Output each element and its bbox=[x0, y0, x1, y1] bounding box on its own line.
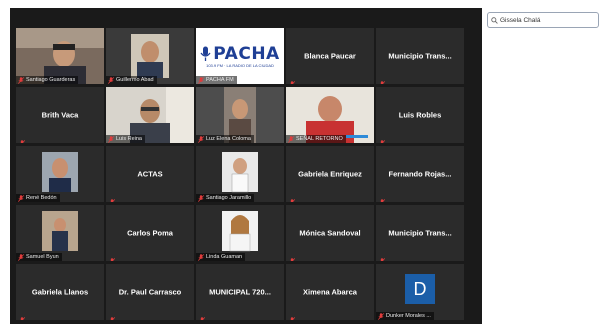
participant-name: Municipio Trans... bbox=[388, 228, 452, 238]
participant-label-text: SEÑAL RETORNO bbox=[296, 136, 343, 142]
logo-text: PACHA bbox=[213, 44, 280, 64]
participant-tile[interactable]: ACTAS bbox=[106, 146, 194, 202]
participant-tile[interactable]: René Bedón bbox=[16, 146, 104, 202]
search-input[interactable] bbox=[500, 16, 595, 24]
mic-muted-icon bbox=[289, 193, 296, 202]
participant-tile[interactable]: Dr. Paul Carrasco bbox=[106, 264, 194, 320]
participant-tile[interactable]: Brith Vaca bbox=[16, 87, 104, 143]
mic-muted-icon bbox=[17, 253, 25, 261]
participant-tile[interactable]: MUNICIPAL 720... bbox=[196, 264, 284, 320]
participant-label: Santiago Jaramillo bbox=[196, 194, 255, 202]
participant-tile[interactable]: Luz Elena Coloma bbox=[196, 87, 284, 143]
participant-label: PACHA FM bbox=[196, 76, 237, 84]
participant-label: Luis Reina bbox=[106, 135, 145, 143]
mic-muted-icon bbox=[379, 75, 386, 84]
mic-muted-icon bbox=[17, 76, 25, 84]
mic-muted-icon bbox=[19, 311, 26, 320]
participant-search[interactable] bbox=[487, 12, 599, 28]
participant-tile[interactable]: D Dunker Morales ... bbox=[376, 264, 464, 320]
participant-label: René Bedón bbox=[16, 194, 60, 202]
participant-name: Dr. Paul Carrasco bbox=[118, 287, 182, 297]
mic-muted-icon bbox=[289, 311, 296, 320]
participant-label-text: Luz Elena Coloma bbox=[206, 136, 251, 142]
participant-label-text: Linda Guaman bbox=[206, 254, 243, 260]
participant-tile[interactable]: Luis Robles bbox=[376, 87, 464, 143]
participant-tile[interactable]: Carlos Poma bbox=[106, 205, 194, 261]
participant-label: Dunker Morales ... bbox=[376, 312, 434, 320]
participant-label-text: Santiago Guarderas bbox=[26, 77, 76, 83]
participant-tile[interactable]: Linda Guaman bbox=[196, 205, 284, 261]
participant-name: Gabriela Enriquez bbox=[298, 169, 362, 179]
participant-label-text: Dunker Morales ... bbox=[386, 313, 431, 319]
mic-muted-icon bbox=[107, 135, 115, 143]
participant-tile[interactable]: Fernando Rojas... bbox=[376, 146, 464, 202]
participant-tile[interactable]: Ximena Abarca bbox=[286, 264, 374, 320]
participant-tile[interactable]: Gabriela Llanos bbox=[16, 264, 104, 320]
video-gallery: Santiago Guarderas Guillermo Abad PACHA 103… bbox=[10, 8, 482, 324]
participant-label: Luz Elena Coloma bbox=[196, 135, 254, 143]
participant-label: Guillermo Abad bbox=[106, 76, 157, 84]
participant-name: Blanca Paucar bbox=[304, 51, 356, 61]
participant-tile[interactable]: Gabriela Enriquez bbox=[286, 146, 374, 202]
participant-name: Carlos Poma bbox=[127, 228, 173, 238]
mic-muted-icon bbox=[377, 312, 385, 320]
participant-label-text: PACHA FM bbox=[206, 77, 234, 83]
participant-name: Luis Robles bbox=[398, 110, 442, 120]
mic-muted-icon bbox=[17, 194, 25, 202]
participant-tile[interactable]: Municipio Trans... bbox=[376, 28, 464, 84]
mic-muted-icon bbox=[197, 194, 205, 202]
mic-muted-icon bbox=[289, 252, 296, 261]
participant-label-text: Samuel Byun bbox=[26, 254, 59, 260]
mic-muted-icon bbox=[197, 76, 205, 84]
participant-grid: Santiago Guarderas Guillermo Abad PACHA 103… bbox=[16, 28, 476, 321]
mic-muted-icon bbox=[109, 252, 116, 261]
participant-tile[interactable]: Municipio Trans... bbox=[376, 205, 464, 261]
participant-name: Ximena Abarca bbox=[303, 287, 357, 297]
participant-name: Brith Vaca bbox=[41, 110, 79, 120]
participant-tile[interactable]: Blanca Paucar bbox=[286, 28, 374, 84]
mic-muted-icon bbox=[197, 253, 205, 261]
participant-tile[interactable]: Santiago Jaramillo bbox=[196, 146, 284, 202]
logo-tagline: 103.9 FM · LA RADIO DE LA CIUDAD bbox=[206, 63, 274, 68]
participant-tile[interactable]: Luis Reina bbox=[106, 87, 194, 143]
participant-tile[interactable]: Samuel Byun bbox=[16, 205, 104, 261]
participant-tile[interactable]: PACHA 103.9 FM · LA RADIO DE LA CIUDAD PAC… bbox=[196, 28, 284, 84]
participant-name: Municipio Trans... bbox=[388, 51, 452, 61]
participant-label-text: Guillermo Abad bbox=[116, 77, 154, 83]
mic-muted-icon bbox=[379, 134, 386, 143]
participant-label-text: Luis Reina bbox=[116, 136, 142, 142]
mic-muted-icon bbox=[109, 311, 116, 320]
mic-muted-icon bbox=[289, 75, 296, 84]
participant-name: Fernando Rojas... bbox=[388, 169, 452, 179]
mic-muted-icon bbox=[109, 193, 116, 202]
mic-muted-icon bbox=[287, 135, 295, 143]
participant-name: ACTAS bbox=[137, 169, 163, 179]
participant-name: Mónica Sandoval bbox=[299, 228, 361, 238]
mic-muted-icon bbox=[199, 311, 206, 320]
participant-tile[interactable]: Guillermo Abad bbox=[106, 28, 194, 84]
search-icon bbox=[491, 16, 498, 24]
participant-name: MUNICIPAL 720... bbox=[209, 287, 271, 297]
participant-name: Gabriela Llanos bbox=[31, 287, 89, 297]
mic-muted-icon bbox=[197, 135, 205, 143]
participant-label-text: Santiago Jaramillo bbox=[206, 195, 252, 201]
avatar: D bbox=[405, 274, 435, 304]
mic-muted-icon bbox=[379, 252, 386, 261]
participant-label-text: René Bedón bbox=[26, 195, 57, 201]
participant-tile[interactable]: Santiago Guarderas bbox=[16, 28, 104, 84]
mic-muted-icon bbox=[107, 76, 115, 84]
participant-label: Santiago Guarderas bbox=[16, 76, 79, 84]
participant-label: Samuel Byun bbox=[16, 253, 62, 261]
participant-label: Linda Guaman bbox=[196, 253, 246, 261]
participant-label: SEÑAL RETORNO bbox=[286, 135, 346, 143]
mic-muted-icon bbox=[379, 193, 386, 202]
mic-muted-icon bbox=[19, 134, 26, 143]
microphone-icon bbox=[200, 46, 211, 61]
participant-tile[interactable]: SEÑAL RETORNO bbox=[286, 87, 374, 143]
participant-tile[interactable]: Mónica Sandoval bbox=[286, 205, 374, 261]
